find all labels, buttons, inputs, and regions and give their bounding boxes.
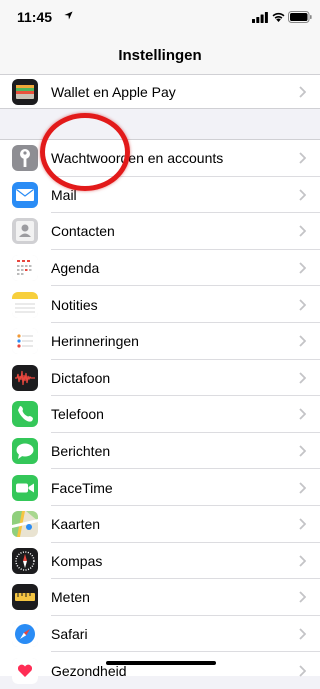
- page-title: Instellingen: [118, 47, 202, 64]
- chevron-right-icon: [299, 482, 306, 494]
- settings-row-voice-memos[interactable]: Dictafoon: [0, 360, 320, 397]
- measure-icon: [12, 584, 38, 611]
- settings-row-calendar[interactable]: Agenda: [0, 250, 320, 287]
- settings-row-label: Kompas: [51, 552, 103, 569]
- health-icon: [12, 657, 38, 684]
- wallet-icon: [12, 78, 38, 105]
- settings-row-reminders[interactable]: Herinneringen: [0, 323, 320, 360]
- settings-row-notes[interactable]: Notities: [0, 286, 320, 323]
- wifi-icon: [272, 12, 285, 22]
- compass-icon: [12, 547, 38, 574]
- settings-row-label: Telefoon: [51, 406, 104, 423]
- mail-icon: [12, 181, 38, 208]
- settings-row-wallet[interactable]: Wallet en Apple Pay: [0, 75, 320, 108]
- settings-row-label: Contacten: [51, 223, 115, 240]
- settings-row-safari[interactable]: Safari: [0, 616, 320, 653]
- settings-row-measure[interactable]: Meten: [0, 579, 320, 616]
- chevron-right-icon: [299, 225, 306, 238]
- phone-icon: [12, 401, 38, 428]
- chevron-right-icon: [299, 262, 306, 274]
- settings-row-label: Berichten: [51, 443, 111, 460]
- chevron-right-icon: [299, 372, 306, 384]
- settings-row-label: Safari: [51, 626, 88, 643]
- settings-row-phone[interactable]: Telefoon: [0, 396, 320, 433]
- chevron-right-icon: [299, 518, 306, 530]
- settings-row-label: Dictafoon: [51, 369, 111, 386]
- reminders-icon: [12, 328, 38, 355]
- calendar-icon: [12, 255, 38, 282]
- settings-row-maps[interactable]: Kaarten: [0, 506, 320, 543]
- notes-icon: [12, 291, 38, 318]
- voice-memos-icon: [12, 364, 38, 391]
- battery-icon: [288, 11, 312, 23]
- chevron-right-icon: [299, 445, 306, 457]
- chevron-right-icon: [299, 85, 306, 98]
- settings-row-mail[interactable]: Mail: [0, 177, 320, 214]
- settings-row-health[interactable]: Gezondheid: [0, 652, 320, 689]
- settings-row-label: Notities: [51, 296, 98, 313]
- chevron-right-icon: [299, 299, 306, 311]
- home-indicator[interactable]: [106, 661, 216, 665]
- settings-row-label: FaceTime: [51, 479, 113, 496]
- navigation-bar: Instellingen: [0, 36, 320, 75]
- highlight-circle: [40, 113, 130, 191]
- settings-row-facetime[interactable]: FaceTime: [0, 469, 320, 506]
- settings-row-label: Agenda: [51, 260, 100, 277]
- settings-row-label: Kaarten: [51, 516, 101, 533]
- key-icon: [12, 145, 38, 172]
- settings-row-label: Meten: [51, 589, 90, 606]
- status-time: 11:45: [17, 9, 53, 25]
- settings-row-compass[interactable]: Kompas: [0, 543, 320, 580]
- settings-row-contacts[interactable]: Contacten: [0, 213, 320, 250]
- status-bar: 11:45: [0, 0, 320, 36]
- chevron-right-icon: [299, 628, 306, 640]
- settings-row-label: Herinneringen: [51, 333, 139, 350]
- chevron-right-icon: [299, 152, 306, 164]
- location-arrow-icon: [64, 11, 73, 20]
- cellular-signal-icon: [252, 12, 268, 23]
- chevron-right-icon: [299, 408, 306, 421]
- maps-icon: [12, 511, 38, 538]
- facetime-icon: [12, 474, 38, 501]
- settings-row-label: Gezondheid: [51, 662, 127, 679]
- settings-group-wallet: Wallet en Apple Pay: [0, 75, 320, 109]
- settings-group-apps: Wachtwoorden en accounts Mail Contacten: [0, 139, 320, 684]
- settings-row-label: Wallet en Apple Pay: [51, 83, 176, 100]
- contacts-icon: [12, 218, 38, 245]
- settings-row-messages[interactable]: Berichten: [0, 433, 320, 470]
- chevron-right-icon: [299, 335, 306, 347]
- messages-icon: [12, 438, 38, 465]
- chevron-right-icon: [299, 189, 306, 201]
- safari-icon: [12, 621, 38, 648]
- chevron-right-icon: [299, 555, 306, 567]
- chevron-right-icon: [299, 591, 306, 604]
